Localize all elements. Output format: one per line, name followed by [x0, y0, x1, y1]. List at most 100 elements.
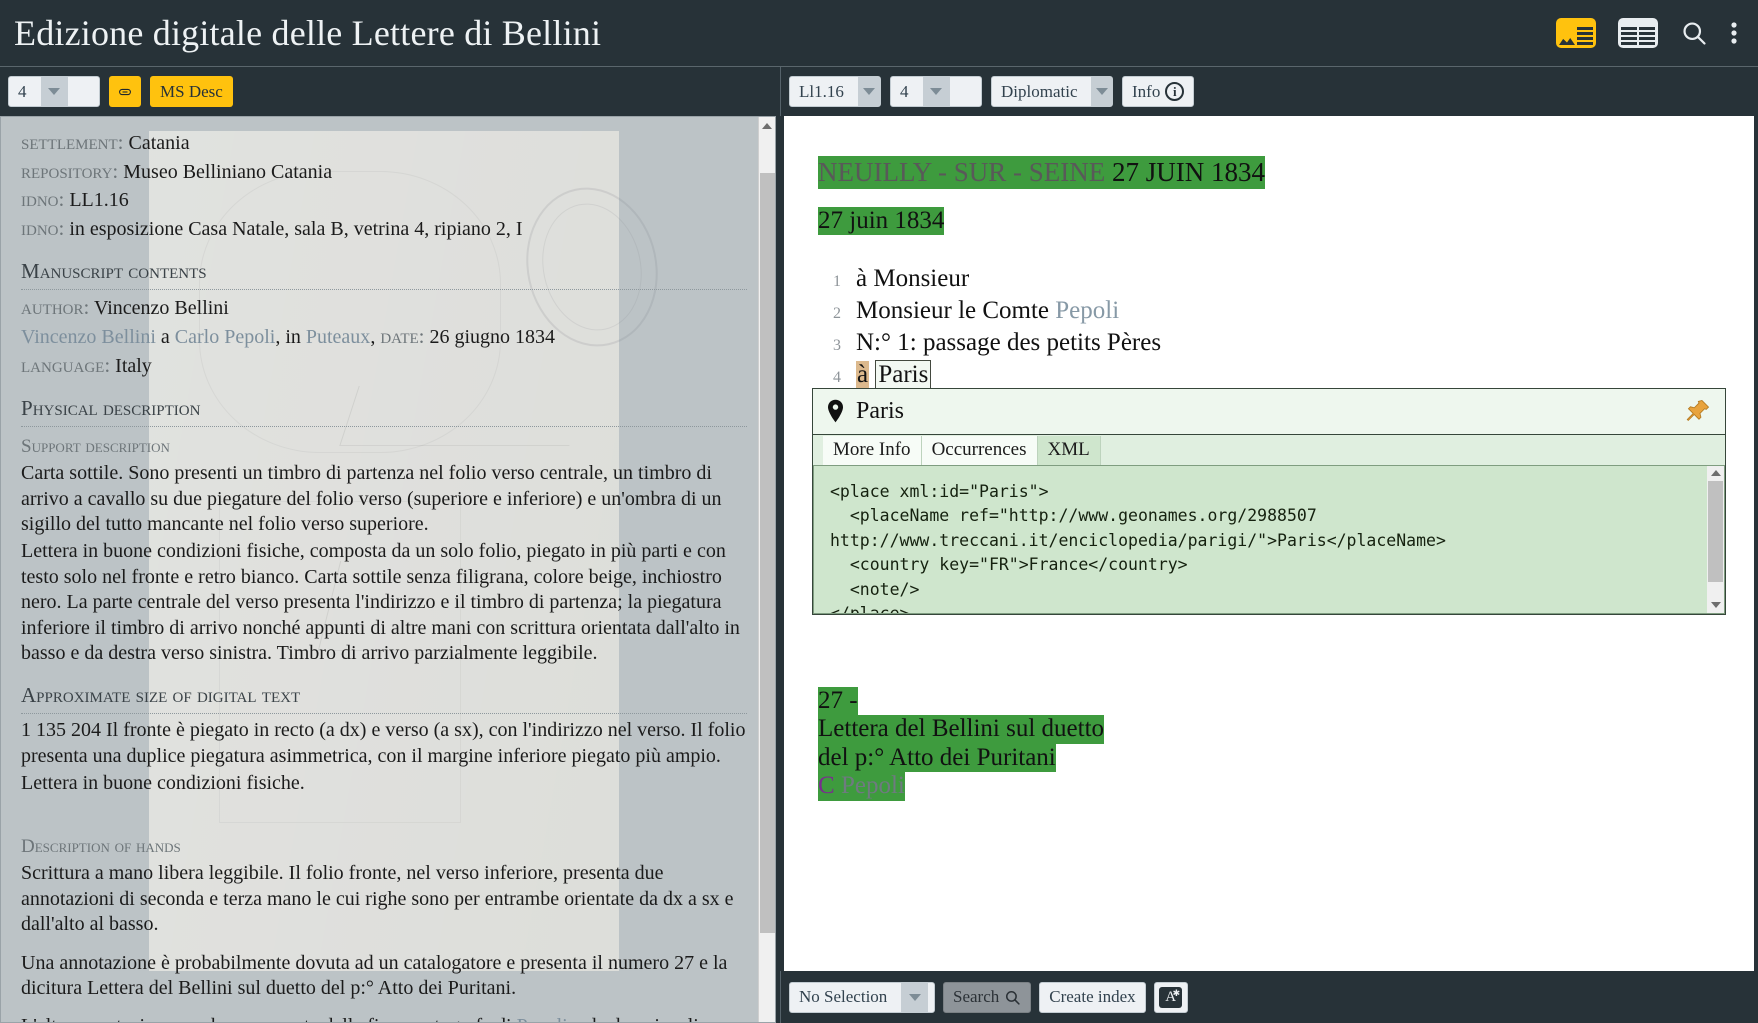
corresp-recipient[interactable]: Carlo Pepoli	[175, 326, 276, 348]
right-page-select[interactable]: 4	[890, 76, 982, 107]
repository-row: Repository: Museo Belliniano Catania	[21, 158, 747, 186]
right-page-select-value: 4	[900, 81, 909, 101]
scroll-up-icon[interactable]	[1707, 466, 1724, 481]
text-text-view-button[interactable]	[1618, 18, 1658, 48]
link-button[interactable]	[109, 76, 141, 107]
create-index-button[interactable]: Create index	[1039, 981, 1146, 1013]
line-text: N:° 1: passage des petits Pères	[856, 328, 1162, 356]
hands-paragraph-1: Scrittura a mano libera leggibile. Il fo…	[21, 862, 734, 936]
repository-value: Museo Belliniano Catania	[123, 160, 333, 183]
font-size-icon: A ✱	[1159, 986, 1183, 1008]
annotation-line-row: 27 -	[818, 686, 1754, 716]
line-text-prefix: Monsieur le Comte	[856, 296, 1056, 324]
signature-initial: C	[818, 772, 835, 800]
popup-tabs: More Info Occurrences XML	[813, 434, 1725, 465]
manuscript-description-scroll[interactable]: Settlement: Catania Repository: Museo Be…	[1, 117, 775, 1022]
transcription-panel: NEUILLY - SUR - SEINE 27 JUIN 1834 27 ju…	[784, 116, 1754, 971]
split-view: 4 MS Desc Settlement: Catania	[0, 67, 1758, 1023]
transcription-line: 1 à Monsieur	[818, 263, 1720, 294]
edition-type-select[interactable]: Diplomatic	[991, 76, 1113, 107]
manuscript-contents-heading: Manuscript contents	[21, 259, 747, 291]
scrollbar-thumb[interactable]	[760, 173, 775, 933]
approx-paragraph-1: 1 135 204 Il fronte è piegato in recto (…	[21, 719, 746, 767]
popup-xml-panel: <place xml:id="Paris"> <placeName ref="h…	[813, 464, 1725, 614]
chevron-down-icon	[40, 77, 68, 106]
scroll-up-icon[interactable]	[759, 117, 775, 134]
right-toolbar: Ll1.16 4 Diplomatic Info i	[780, 67, 1758, 116]
map-pin-icon	[828, 400, 843, 423]
language-label: Language:	[21, 352, 111, 377]
image-text-view-icon	[1556, 18, 1596, 48]
token-highlighted[interactable]: à	[856, 360, 870, 388]
support-paragraph-2: Lettera in buone condizioni fisiche, com…	[21, 540, 740, 664]
author-value: Vincenzo Bellini	[93, 297, 229, 320]
line-number: 1	[833, 272, 841, 290]
author-row: Author: Vincenzo Bellini	[21, 294, 747, 322]
annotation-text-line-2: del p:° Atto dei Puritani	[818, 743, 1056, 773]
info-button[interactable]: Info i	[1122, 76, 1195, 107]
transcription-lines: 1 à Monsieur 2 Monsieur le Comte Pepoli …	[818, 263, 1720, 390]
hands-p3-person-link[interactable]: Pepoli	[517, 1015, 568, 1022]
popup-tab-more-info[interactable]: More Info	[823, 435, 922, 465]
popup-header: Paris	[813, 389, 1725, 435]
manuscript-select[interactable]: Ll1.16	[789, 76, 881, 107]
xml-scrollbar[interactable]	[1707, 465, 1724, 613]
idno-label-1: IDNO:	[21, 187, 65, 212]
search-button-label: Search	[953, 987, 1000, 1006]
search-button[interactable]	[1680, 19, 1708, 47]
page-title: Edizione digitale delle Lettere di Belli…	[14, 13, 602, 53]
corresp-date-label: Date:	[380, 323, 425, 348]
popup-tab-xml[interactable]: XML	[1037, 435, 1101, 465]
manuscript-select-value: Ll1.16	[799, 81, 844, 101]
selection-select[interactable]: No Selection	[789, 981, 935, 1013]
chevron-down-icon	[1091, 77, 1112, 106]
hands-paragraph-3: L'altra annotazione sembra composta dall…	[21, 1014, 747, 1022]
support-description-heading: Support description	[21, 436, 170, 458]
left-pane: 4 MS Desc Settlement: Catania	[0, 67, 780, 1023]
settlement-value: Catania	[128, 132, 190, 154]
settlement-row: Settlement: Catania	[21, 129, 747, 157]
pushpin-icon[interactable]	[1685, 398, 1711, 424]
place-mention-paris[interactable]: Paris	[875, 359, 932, 388]
correspondence-row: Vincenzo Bellini a Carlo Pepoli, in Pute…	[21, 323, 747, 351]
image-text-view-button[interactable]	[1556, 18, 1596, 48]
info-icon: i	[1165, 82, 1185, 101]
overflow-menu-button[interactable]	[1730, 19, 1738, 47]
info-button-label: Info	[1132, 81, 1161, 101]
idno-value-1: LL1.16	[69, 189, 129, 212]
ms-desc-button[interactable]: MS Desc	[150, 76, 233, 107]
scroll-down-icon[interactable]	[1707, 598, 1724, 613]
left-panel-scrollbar[interactable]	[758, 117, 775, 1022]
annotation-signature[interactable]: C Pepoli	[818, 772, 905, 801]
annotation-number: 27 -	[818, 686, 858, 716]
header-toolbar	[1556, 18, 1738, 48]
line-number: 4	[833, 368, 841, 386]
scrollbar-thumb[interactable]	[1708, 480, 1723, 582]
chevron-down-icon	[922, 77, 950, 106]
idno-label-2: IDNO:	[21, 215, 65, 240]
transcription-line: 3 N:° 1: passage des petits Pères	[818, 327, 1720, 358]
left-page-select[interactable]: 4	[8, 76, 100, 107]
line-text: à Paris	[856, 359, 932, 390]
font-settings-button[interactable]: A ✱	[1153, 981, 1188, 1013]
author-label: Author:	[21, 295, 90, 320]
heading-place: NEUILLY - SUR - SEINE	[818, 157, 1106, 187]
kebab-menu-icon	[1731, 22, 1737, 44]
corresp-sender[interactable]: Vincenzo Bellini	[21, 326, 156, 348]
popup-tab-occurrences[interactable]: Occurrences	[921, 435, 1038, 465]
person-mention-pepoli[interactable]: Pepoli	[1055, 297, 1119, 324]
hands-p3-prefix: L'altra annotazione sembra composta dall…	[21, 1015, 517, 1022]
language-value: Italy	[115, 354, 152, 377]
physical-description-heading: Physical Description	[21, 396, 747, 428]
line-number: 2	[833, 304, 841, 322]
corresp-place[interactable]: Puteaux	[306, 326, 370, 348]
line-number: 3	[833, 336, 841, 354]
corresp-comma-2: ,	[370, 325, 376, 348]
search-button[interactable]: Search	[943, 981, 1032, 1013]
manuscript-description-panel: Settlement: Catania Repository: Museo Be…	[0, 116, 776, 1023]
chevron-down-icon	[901, 982, 929, 1012]
chevron-down-icon	[857, 77, 880, 106]
right-pane: Ll1.16 4 Diplomatic Info i NEUILLY - SUR…	[780, 67, 1758, 1023]
language-row: Language: Italy	[21, 352, 747, 380]
approx-paragraph-2: Lettera in buone condizioni fisiche.	[21, 772, 305, 795]
